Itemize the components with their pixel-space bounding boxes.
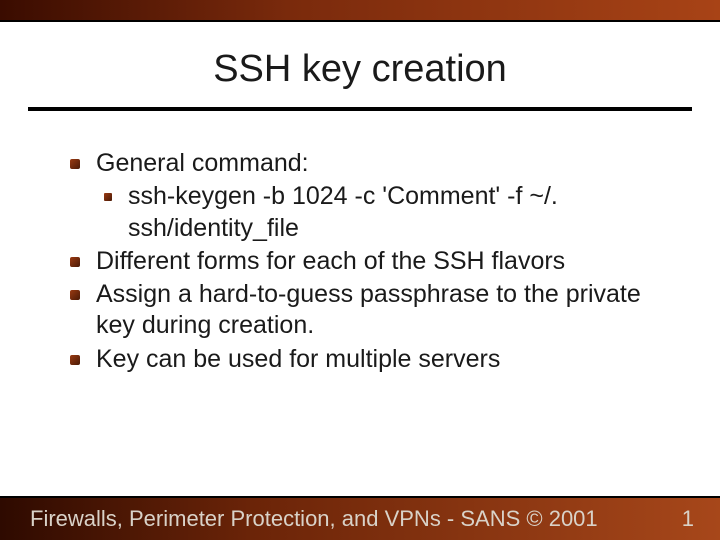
bullet-item: Different forms for each of the SSH flav… xyxy=(70,246,670,277)
bullet-subitem: ssh-keygen -b 1024 -c 'Comment' -f ~/. s… xyxy=(102,181,670,244)
slide-title: SSH key creation xyxy=(0,48,720,91)
bullet-item: General command: xyxy=(70,148,670,179)
bullet-item: Key can be used for multiple servers xyxy=(70,344,670,375)
page-number: 1 xyxy=(682,506,698,532)
bullet-item: Assign a hard-to-guess passphrase to the… xyxy=(70,279,670,342)
slide: SSH key creation General command: ssh-ke… xyxy=(0,0,720,540)
top-decorative-bar xyxy=(0,0,720,22)
title-underline xyxy=(28,107,692,111)
slide-content: General command: ssh-keygen -b 1024 -c '… xyxy=(70,148,670,377)
footer-text: Firewalls, Perimeter Protection, and VPN… xyxy=(30,506,682,532)
footer-bar: Firewalls, Perimeter Protection, and VPN… xyxy=(0,496,720,540)
